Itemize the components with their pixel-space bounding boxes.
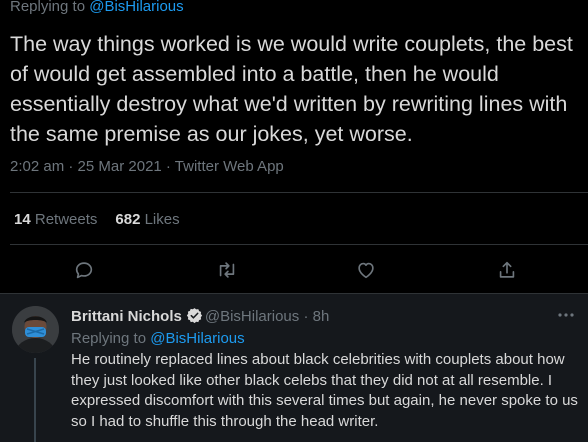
more-icon [558, 313, 574, 317]
tweet-text: The way things worked is we would write … [10, 32, 573, 146]
retweets-stat[interactable]: 14 Retweets [14, 211, 97, 228]
like-icon [358, 262, 374, 279]
divider [10, 244, 588, 245]
divider [10, 192, 588, 193]
reply-replying-to-line: Replying to @BisHilarious [71, 329, 245, 349]
replying-to-label: Replying to [71, 330, 151, 347]
reply-tweet[interactable]: Brittani Nichols @BisHilarious · 8h Reply… [0, 294, 588, 442]
author-name[interactable]: Brittani Nichols [71, 308, 182, 325]
replying-to-line: Replying to @BisHilarious [10, 0, 184, 16]
reply-icon [75, 262, 93, 279]
retweets-count: 14 [14, 211, 31, 228]
reply-text: He routinely replaced lines about black … [71, 351, 578, 430]
likes-label: Likes [140, 211, 180, 228]
main-tweet: Replying to @BisHilarious The way things… [0, 0, 588, 294]
like-button[interactable] [355, 259, 377, 281]
replying-to-handle-link[interactable]: @BisHilarious [150, 330, 244, 347]
reply-header: Brittani Nichols @BisHilarious · 8h [71, 307, 329, 327]
thread-line [34, 358, 36, 442]
avatar[interactable] [12, 306, 59, 353]
author-handle-time[interactable]: @BisHilarious · 8h [205, 308, 329, 325]
share-icon [499, 261, 515, 278]
more-options-button[interactable] [556, 308, 576, 322]
verified-badge-icon [186, 308, 203, 324]
share-button[interactable] [496, 259, 518, 281]
tweet-stats: 14 Retweets 682 Likes [14, 210, 198, 230]
reply-button[interactable] [73, 259, 95, 281]
likes-stat[interactable]: 682 Likes [115, 211, 179, 228]
replying-to-handle-link[interactable]: @BisHilarious [89, 0, 183, 15]
replying-to-label: Replying to [10, 0, 90, 15]
avatar-image [12, 306, 59, 353]
tweet-timestamp[interactable]: 2:02 am · 25 Mar 2021 · Twitter Web App [10, 157, 284, 177]
retweet-icon [219, 262, 235, 278]
retweet-button[interactable] [216, 259, 238, 281]
retweets-label: Retweets [30, 211, 98, 228]
likes-count: 682 [115, 211, 141, 228]
